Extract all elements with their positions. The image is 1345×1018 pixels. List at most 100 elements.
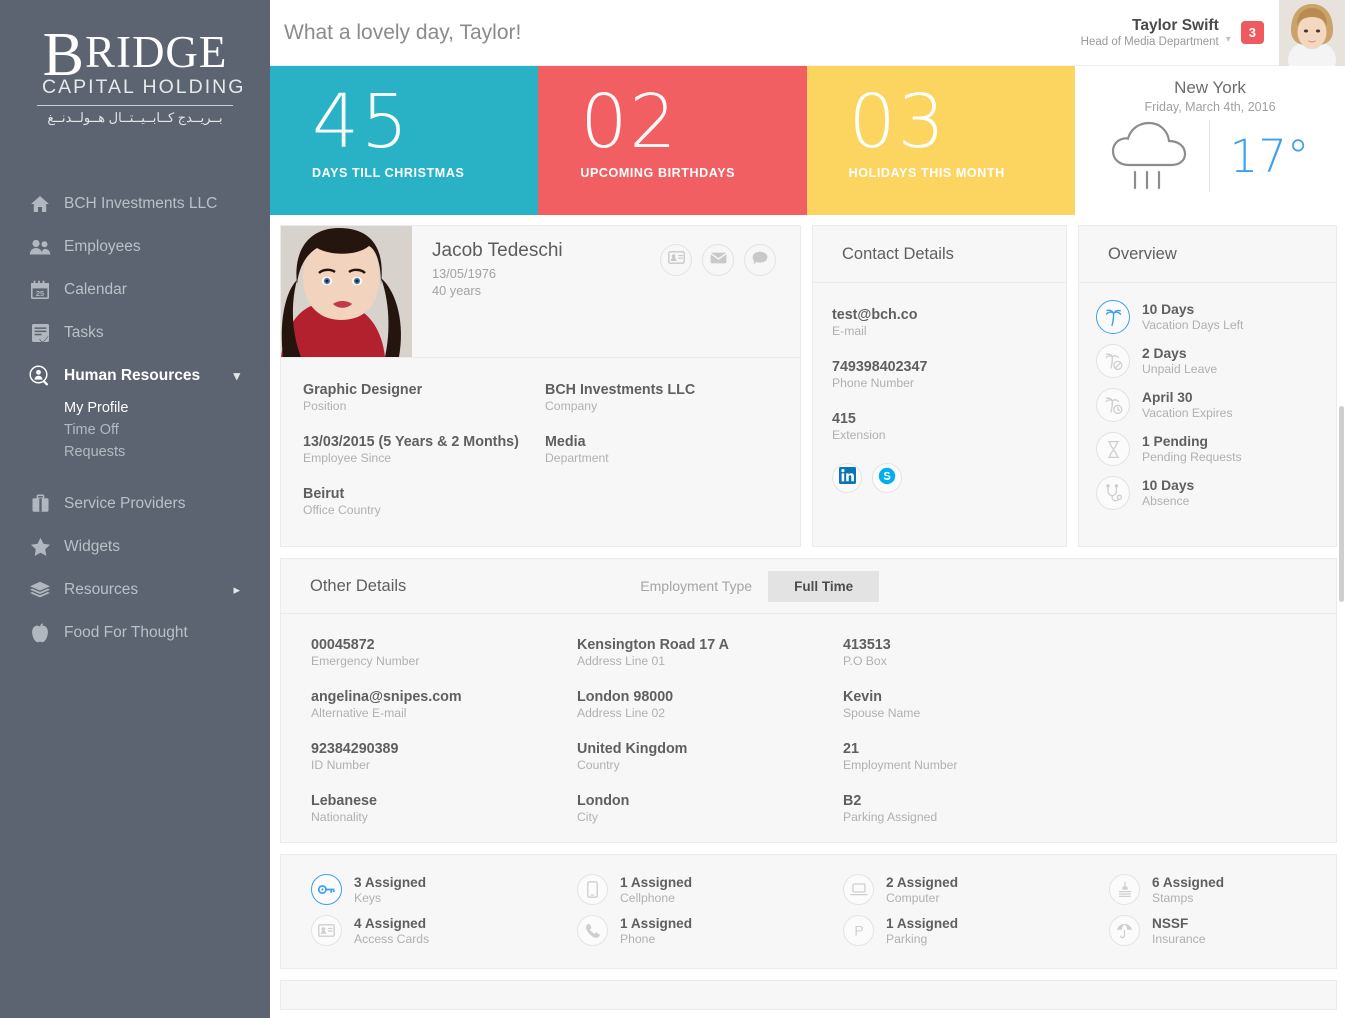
sidebar-subitem-my-profile[interactable]: My Profile	[64, 397, 270, 419]
field-label: Address Line 01	[577, 654, 666, 668]
field-position: Graphic Designer Position	[303, 382, 545, 413]
overview-item-vacation-expires[interactable]: April 30 Vacation Expires	[1096, 388, 1336, 422]
contact-card-button[interactable]	[660, 244, 692, 276]
sidebar-nav: BCH Investments LLC Employees 25 Calenda…	[0, 182, 270, 654]
asset-phone[interactable]: 1 Assigned Phone	[577, 915, 843, 946]
weather-widget[interactable]: New York Friday, March 4th, 2016 17°	[1074, 66, 1345, 215]
field-address-line-01: Kensington Road 17 A Address Line 01	[577, 637, 843, 668]
field-label: ID Number	[311, 758, 370, 772]
overview-item-pending-requests[interactable]: 1 Pending Pending Requests	[1096, 432, 1336, 466]
other-details-title: Other Details	[310, 576, 407, 595]
sidebar-item-resources[interactable]: Resources ▸	[0, 568, 270, 611]
field-value: BCH Investments LLC	[545, 382, 696, 398]
contact-details-body: test@bch.co E-mail 749398402347 Phone Nu…	[813, 283, 1066, 493]
overview-item-text: April 30 Vacation Expires	[1142, 390, 1233, 420]
field-department: Media Department	[545, 434, 787, 465]
asset-label: Parking	[886, 931, 928, 946]
overview-label: Absence	[1142, 494, 1190, 508]
asset-value: NSSF	[1152, 915, 1189, 931]
chevron-down-icon[interactable]: ▾	[1226, 34, 1231, 65]
overview-item-vacation-days-left[interactable]: 10 Days Vacation Days Left	[1096, 300, 1336, 334]
overview-item-unpaid-leave[interactable]: 2 Days Unpaid Leave	[1096, 344, 1336, 378]
sidebar-item-employees[interactable]: Employees	[0, 225, 270, 268]
person-search-icon	[27, 364, 53, 387]
asset-text: 1 Assigned Phone	[620, 916, 692, 946]
sidebar-item-service-providers[interactable]: Service Providers	[0, 482, 270, 525]
scrollbar-thumb[interactable]	[1339, 406, 1344, 602]
sidebar-item-bch-investments[interactable]: BCH Investments LLC	[0, 182, 270, 225]
logo-initial: B	[42, 21, 85, 89]
stat-card-holidays-this-month[interactable]: 03 HOLIDAYS THIS MONTH	[806, 66, 1075, 215]
stat-number: 45	[312, 79, 411, 165]
sidebar-subitem-time-off[interactable]: Time Off	[64, 419, 270, 441]
asset-parking[interactable]: P 1 Assigned Parking	[843, 915, 1109, 946]
field-company: BCH Investments LLC Company	[545, 382, 787, 413]
stat-card-upcoming-birthdays[interactable]: 02 UPCOMING BIRTHDAYS	[538, 66, 807, 215]
asset-cellphone[interactable]: 1 Assigned Cellphone	[577, 874, 843, 905]
field-value: test@bch.co	[832, 307, 918, 323]
stat-number: 02	[580, 79, 679, 165]
field-value: Graphic Designer	[303, 382, 423, 398]
field-emergency-number: 00045872 Emergency Number	[311, 637, 577, 668]
avatar[interactable]	[1279, 0, 1345, 66]
scrollbar-track[interactable]	[1338, 66, 1345, 1018]
sidebar-subitem-requests[interactable]: Requests	[64, 441, 270, 463]
sidebar-item-label: Calendar	[64, 280, 127, 298]
linkedin-button[interactable]	[832, 463, 862, 493]
asset-text: 6 Assigned Stamps	[1152, 875, 1224, 905]
sidebar-item-food-for-thought[interactable]: Food For Thought	[0, 611, 270, 654]
chevron-down-icon[interactable]: ▾	[233, 368, 240, 384]
field-value: 415	[832, 411, 856, 427]
sidebar-item-calendar[interactable]: 25 Calendar	[0, 268, 270, 311]
field-label: Country	[577, 758, 620, 772]
weather-city: New York	[1174, 78, 1246, 97]
overview-item-text: 2 Days Unpaid Leave	[1142, 346, 1217, 376]
chevron-right-icon[interactable]: ▸	[233, 582, 240, 598]
assigned-assets-grid: 3 Assigned Keys 4 Assigned Access Cards	[281, 855, 1336, 956]
asset-insurance[interactable]: NSSF Insurance	[1109, 915, 1345, 946]
logo-divider	[37, 105, 233, 106]
overview-item-text: 10 Days Vacation Days Left	[1142, 302, 1243, 332]
field-value: United Kingdom	[577, 741, 688, 757]
stethoscope-icon	[1096, 476, 1130, 510]
overview-title: Overview	[1079, 226, 1336, 283]
asset-value: 2 Assigned	[886, 874, 959, 890]
logo-main-text: RIDGE	[84, 27, 228, 77]
sidebar-item-tasks[interactable]: Tasks	[0, 311, 270, 354]
people-icon	[27, 236, 53, 258]
brand-logo[interactable]: BRIDGE CAPITAL HOLDING بــريــدج كــابــ…	[0, 0, 270, 126]
stat-card-days-till-christmas[interactable]: 45 DAYS TILL CHRISTMAS	[270, 66, 539, 215]
chat-button[interactable]	[744, 244, 776, 276]
asset-label: Insurance	[1152, 931, 1206, 946]
asset-keys[interactable]: 3 Assigned Keys	[311, 874, 577, 905]
field-label: Department	[545, 451, 609, 465]
user-info[interactable]: Taylor Swift Head of Media Department	[1081, 16, 1219, 50]
parking-icon: P	[843, 915, 874, 946]
field-email: test@bch.co E-mail	[832, 307, 1066, 338]
employment-type-value[interactable]: Full Time	[768, 570, 880, 602]
asset-access-cards[interactable]: 4 Assigned Access Cards	[311, 915, 577, 946]
field-label: Nationality	[311, 810, 368, 824]
sidebar-item-widgets[interactable]: Widgets	[0, 525, 270, 568]
overview-item-absence[interactable]: 10 Days Absence	[1096, 476, 1336, 510]
field-value: Beirut	[303, 486, 345, 502]
sidebar-item-label: Service Providers	[64, 494, 186, 512]
email-button[interactable]	[702, 244, 734, 276]
asset-label: Cellphone	[620, 890, 675, 905]
asset-stamps[interactable]: 6 Assigned Stamps	[1109, 874, 1345, 905]
asset-label: Stamps	[1152, 890, 1194, 905]
star-icon	[27, 536, 53, 558]
overview-card: Overview 10 Days Vacation Days Left 2 Da…	[1078, 225, 1337, 547]
field-label: Emergency Number	[311, 654, 420, 668]
access-card-icon	[311, 915, 342, 946]
sidebar-item-human-resources[interactable]: Human Resources ▾	[0, 354, 270, 397]
assets-col-4: 6 Assigned Stamps NSSF Insurance	[1109, 874, 1345, 956]
main-content: What a lovely day, Taylor! Taylor Swift …	[270, 0, 1345, 1018]
asset-computer[interactable]: 2 Assigned Computer	[843, 874, 1109, 905]
notification-badge[interactable]: 3	[1240, 21, 1264, 44]
field-label: Employment Number	[843, 758, 958, 772]
field-value: Kevin	[843, 689, 882, 705]
stat-label: DAYS TILL CHRISTMAS	[312, 165, 465, 180]
employee-photo[interactable]	[281, 226, 412, 357]
skype-button[interactable]	[872, 463, 902, 493]
